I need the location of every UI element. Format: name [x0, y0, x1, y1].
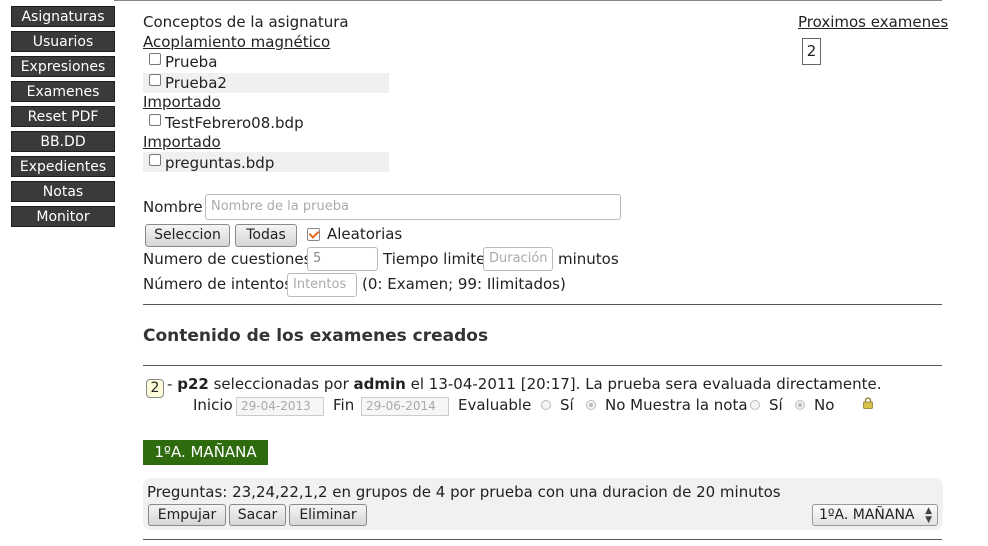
lock-icon[interactable]: [862, 397, 874, 409]
concept-group-title[interactable]: Acoplamiento magnético: [143, 33, 330, 51]
seleccion-button[interactable]: Seleccion: [145, 224, 230, 247]
concept-item[interactable]: TestFebrero08.bdp: [149, 113, 304, 132]
upcoming-exams-count[interactable]: 2: [802, 38, 821, 65]
sidebar-item-bbdd[interactable]: BB.DD: [11, 131, 115, 152]
group-select[interactable]: 1ºA. MAÑANA ▲ ▼: [812, 504, 938, 526]
eliminar-button[interactable]: Eliminar: [289, 504, 367, 526]
concept-checkbox[interactable]: [149, 153, 161, 166]
concept-item[interactable]: Prueba: [149, 52, 217, 71]
todas-button[interactable]: Todas: [235, 224, 297, 247]
exam-name-input[interactable]: Nombre de la prueba: [205, 194, 621, 220]
concept-checkbox[interactable]: [149, 52, 161, 65]
end-date-input[interactable]: 29-06-2014: [361, 397, 449, 416]
group-tag: 1ºA. MAÑANA: [143, 440, 268, 465]
exam-user: admin: [353, 375, 406, 393]
empujar-button[interactable]: Empujar: [148, 504, 226, 526]
concept-item[interactable]: Prueba2: [149, 73, 227, 92]
concepts-heading: Conceptos de la asignatura: [143, 13, 349, 31]
questions-summary: Preguntas: 23,24,22,1,2 en grupos de 4 p…: [147, 483, 781, 501]
exam-summary: - p22 seleccionadas por admin el 13-04-2…: [167, 375, 882, 393]
section-divider: [143, 365, 942, 366]
evaluable-yes-radio[interactable]: [541, 400, 551, 410]
start-date-input[interactable]: 29-04-2013: [236, 397, 324, 416]
sidebar-item-asignaturas[interactable]: Asignaturas: [11, 6, 115, 27]
evaluable-label: Evaluable: [458, 396, 532, 414]
section-divider: [143, 539, 942, 540]
evaluable-no-radio[interactable]: [586, 400, 596, 410]
sidebar-item-expresiones[interactable]: Expresiones: [11, 56, 115, 77]
questions-count-input[interactable]: 5: [307, 247, 378, 271]
upcoming-exams-link[interactable]: Proximos examenes: [798, 13, 948, 31]
top-divider: [114, 0, 942, 1]
sidebar-item-usuarios[interactable]: Usuarios: [11, 31, 115, 52]
section-divider: [143, 304, 942, 305]
sidebar-item-expedientes[interactable]: Expedientes: [11, 156, 115, 177]
end-label: Fin: [333, 396, 355, 414]
sacar-button[interactable]: Sacar: [229, 504, 286, 526]
concept-item[interactable]: preguntas.bdp: [149, 153, 274, 172]
evaluable-yes-label: Sí: [560, 396, 574, 414]
aleatorias-checkbox[interactable]: [307, 228, 320, 241]
show-grade-yes-radio[interactable]: [750, 400, 760, 410]
concept-checkbox[interactable]: [149, 113, 161, 126]
name-label: Nombre: [143, 198, 203, 216]
start-label: Inicio: [193, 396, 233, 414]
no-show-grade-label: No Muestra la nota: [605, 396, 748, 414]
exam-count-badge[interactable]: 2: [146, 379, 164, 398]
attempts-input[interactable]: Intentos: [287, 273, 357, 297]
questions-label: Numero de cuestiones: [143, 250, 312, 268]
duration-input[interactable]: Duración: [483, 247, 553, 271]
sidebar-item-reset-pdf[interactable]: Reset PDF: [11, 106, 115, 127]
sidebar-item-notas[interactable]: Notas: [11, 181, 115, 202]
concept-group-title[interactable]: Importado: [143, 93, 221, 111]
exam-name: p22: [177, 375, 209, 393]
concept-group-title[interactable]: Importado: [143, 133, 221, 151]
chevron-updown-icon: ▲ ▼: [925, 506, 932, 525]
show-grade-no-label: No: [814, 396, 835, 414]
sidebar-nav: Asignaturas Usuarios Expresiones Examene…: [11, 6, 115, 231]
show-grade-no-radio[interactable]: [795, 400, 805, 410]
minutes-label: minutos: [558, 250, 619, 268]
sidebar-item-examenes[interactable]: Examenes: [11, 81, 115, 102]
concept-checkbox[interactable]: [149, 73, 161, 86]
sidebar-item-monitor[interactable]: Monitor: [11, 206, 115, 227]
show-grade-yes-label: Sí: [769, 396, 783, 414]
time-limit-label: Tiempo limite: [383, 250, 486, 268]
attempts-hint: (0: Examen; 99: Ilimitados): [362, 275, 566, 293]
aleatorias-label: Aleatorias: [327, 225, 403, 243]
created-exams-heading: Contenido de los examenes creados: [143, 326, 489, 346]
attempts-label: Número de intentos: [143, 275, 293, 293]
